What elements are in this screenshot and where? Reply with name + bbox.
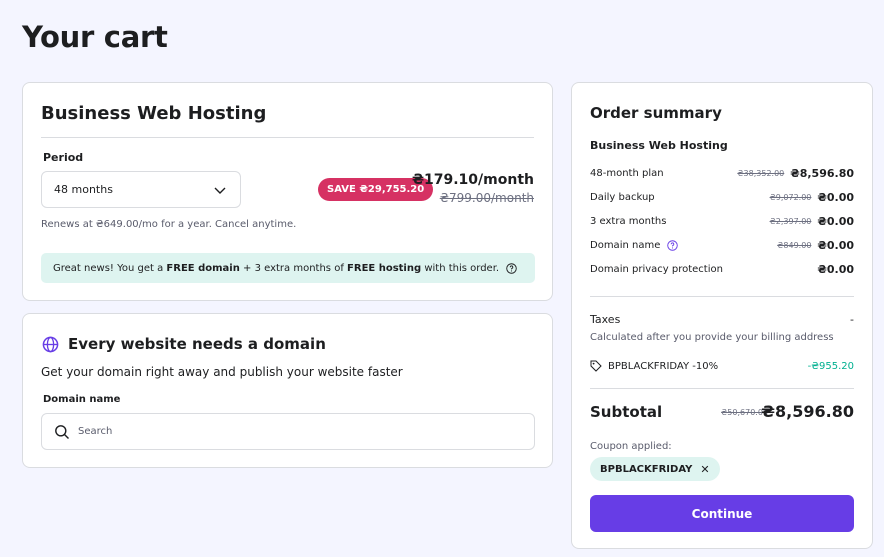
period-select[interactable]: 48 months (41, 171, 241, 208)
summary-row-label: 3 extra months (590, 215, 667, 227)
summary-row: 3 extra months ₴2,397.00 ₴0.00 (590, 213, 854, 229)
tag-icon (590, 360, 602, 372)
promo-free-hosting: FREE hosting (347, 262, 422, 274)
divider (590, 388, 854, 389)
old-price: ₴799.00/month (439, 191, 534, 205)
taxes-value: - (850, 313, 854, 326)
summary-row-old-price: ₴9,072.00 (769, 192, 812, 202)
taxes-note: Calculated after you provide your billin… (590, 332, 834, 343)
summary-row: Daily backup ₴9,072.00 ₴0.00 (590, 189, 854, 205)
period-select-value: 48 months (54, 183, 113, 196)
domain-card: Every website needs a domain Get your do… (22, 313, 553, 468)
promo-text-pre: Great news! You get a (53, 262, 167, 274)
period-label: Period (43, 151, 84, 164)
summary-row-label: Daily backup (590, 191, 655, 203)
summary-row: Domain privacy protection ₴0.00 (590, 261, 854, 277)
domain-subtitle: Get your domain right away and publish y… (41, 365, 403, 379)
taxes-label: Taxes (590, 313, 621, 326)
summary-row: Domain name ₴849.00 ₴0.00 (590, 237, 854, 253)
divider (590, 296, 854, 297)
divider (41, 137, 534, 138)
summary-row: 48-month plan ₴38,352.00 ₴8,596.80 (590, 165, 854, 181)
summary-product-name: Business Web Hosting (590, 139, 728, 152)
domain-search-box[interactable] (41, 413, 535, 450)
summary-row-label: Domain privacy protection (590, 263, 723, 275)
summary-row-old-price: ₴2,397.00 (769, 216, 812, 226)
subtotal-label: Subtotal (590, 403, 663, 421)
coupon-applied-label: Coupon applied: (590, 441, 672, 452)
coupon-chip: BPBLACKFRIDAY ✕ (590, 457, 720, 481)
coupon-discount-row: BPBLACKFRIDAY -10% -₴955.20 (590, 360, 854, 372)
coupon-discount: -₴955.20 (807, 360, 854, 372)
coupon-code: BPBLACKFRIDAY -10% (608, 360, 719, 372)
renewal-note: Renews at ₴649.00/mo for a year. Cancel … (41, 219, 297, 230)
globe-icon (42, 336, 59, 353)
hosting-card: Business Web Hosting Period 48 months SA… (22, 82, 553, 301)
summary-row-price: ₴0.00 (817, 190, 854, 204)
summary-row-price: ₴0.00 (817, 262, 854, 276)
hosting-title: Business Web Hosting (41, 103, 267, 124)
continue-button[interactable]: Continue (590, 495, 854, 532)
promo-text-post: with this order. (421, 262, 500, 274)
summary-row-label: 48-month plan (590, 167, 664, 179)
promo-text: Great news! You get a FREE domain + 3 ex… (53, 263, 499, 274)
promo-text-mid: + 3 extra months of (239, 262, 348, 274)
subtotal-value: ₴8,596.80 (761, 402, 854, 421)
promo-banner: Great news! You get a FREE domain + 3 ex… (41, 253, 535, 283)
summary-row-label: Domain name (590, 239, 661, 251)
summary-row-price: ₴0.00 (817, 214, 854, 228)
order-summary-card: Order summary Business Web Hosting 48-mo… (571, 82, 873, 549)
summary-row-old-price: ₴849.00 (777, 240, 812, 250)
summary-row-price: ₴0.00 (817, 238, 854, 252)
search-icon (55, 424, 69, 439)
help-icon[interactable] (667, 239, 679, 251)
page-title: Your cart (22, 20, 168, 54)
summary-row-price: ₴8,596.80 (790, 166, 854, 180)
remove-coupon-icon[interactable]: ✕ (700, 463, 709, 476)
domain-name-label: Domain name (43, 394, 121, 405)
summary-row-old-price: ₴38,352.00 (737, 168, 785, 178)
order-summary-title: Order summary (590, 104, 722, 122)
domain-title: Every website needs a domain (68, 335, 326, 353)
domain-search-input[interactable] (78, 426, 522, 437)
coupon-chip-label: BPBLACKFRIDAY (600, 463, 693, 475)
chevron-down-icon (214, 187, 226, 194)
price-per-month: ₴179.10/month (411, 172, 534, 188)
help-icon[interactable] (506, 262, 517, 274)
promo-free-domain: FREE domain (166, 262, 240, 274)
summary-row-label-wrap: Domain name (590, 240, 777, 251)
